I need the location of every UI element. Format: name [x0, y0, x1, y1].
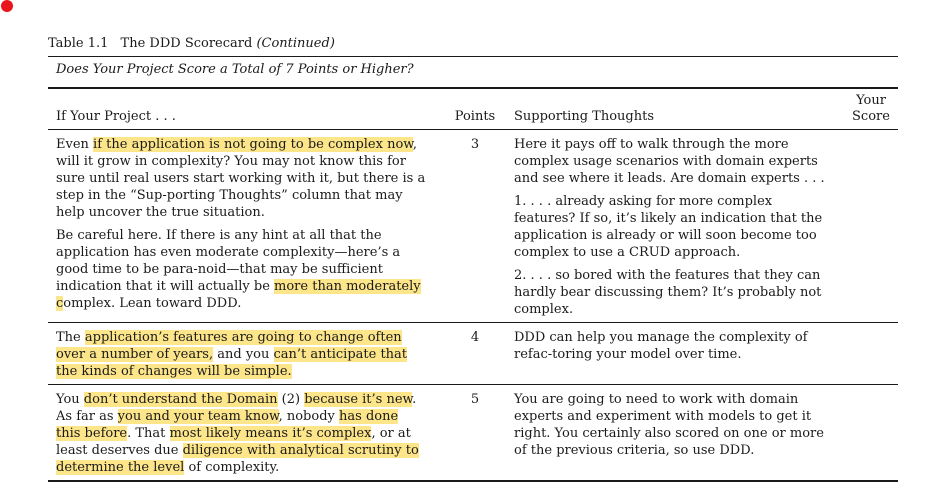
cell-text: The	[56, 330, 85, 345]
highlighted-text: you and your team know	[117, 409, 279, 424]
table-question: Does Your Project Score a Total of 7 Poi…	[56, 62, 414, 77]
row-score-cell	[844, 329, 898, 380]
row-score-cell	[844, 136, 898, 318]
header-thoughts: Supporting Thoughts	[514, 109, 655, 124]
row-points: 3	[470, 137, 480, 152]
highlighted-text: most likely means it’s complex	[169, 426, 372, 441]
header-score: Your Score	[844, 93, 898, 125]
header-score-line1: Your	[856, 93, 886, 108]
cell-text: 1. . . . already asking for more complex…	[514, 194, 823, 260]
table-row: Even if the application is not going to …	[48, 130, 898, 322]
cell-paragraph: 1. . . . already asking for more complex…	[514, 193, 832, 261]
cell-text: You are going to need to work with domai…	[514, 392, 824, 458]
cell-paragraph: Be careful here. If there is any hint at…	[56, 227, 426, 312]
row-thoughts-cell: Here it pays off to walk through the mor…	[504, 136, 844, 318]
row-thoughts-cell: You are going to need to work with domai…	[504, 391, 844, 476]
cell-text: 2. . . . so bored with the features that…	[514, 268, 822, 317]
table-title: The DDD Scorecard	[120, 36, 253, 51]
row-score-cell	[844, 391, 898, 476]
table-header-row: If Your Project . . . Points Supporting …	[48, 89, 898, 129]
cell-paragraph: DDD can help you manage the complexity o…	[514, 329, 832, 363]
table-row: You don’t understand the Domain (2) beca…	[48, 385, 898, 480]
row-points: 4	[470, 330, 480, 345]
cell-paragraph: You don’t understand the Domain (2) beca…	[56, 391, 426, 476]
highlighted-text: if the application is not going to be co…	[93, 137, 413, 152]
table-row: The application’s features are going to …	[48, 323, 898, 384]
row-project-cell: The application’s features are going to …	[48, 329, 446, 380]
record-indicator-dot	[1, 0, 13, 12]
header-project: If Your Project . . .	[56, 109, 176, 124]
cell-paragraph: Even if the application is not going to …	[56, 136, 426, 221]
cell-paragraph: 2. . . . so bored with the features that…	[514, 267, 832, 318]
cell-paragraph: You are going to need to work with domai…	[514, 391, 832, 459]
cell-text: , nobody	[278, 409, 340, 424]
header-points: Points	[454, 109, 496, 124]
cell-text: DDD can help you manage the complexity o…	[514, 330, 808, 362]
header-score-line2: Score	[852, 109, 890, 124]
cell-text: Even	[56, 137, 94, 152]
highlighted-text: because it’s new	[304, 392, 413, 407]
bottom-rule	[48, 480, 898, 482]
cell-text: . That	[127, 426, 170, 441]
cell-text: You	[56, 392, 84, 407]
table-title-suffix: (Continued)	[256, 36, 335, 51]
cell-text: of complexity.	[184, 460, 280, 475]
row-project-cell: Even if the application is not going to …	[48, 136, 446, 318]
highlighted-text: don’t understand the Domain	[83, 392, 278, 407]
scorecard-table-page: Table 1.1 The DDD Scorecard (Continued) …	[48, 36, 898, 482]
cell-text: omplex. Lean toward DDD.	[63, 296, 242, 311]
table-number: Table 1.1	[48, 36, 109, 51]
row-points: 5	[470, 392, 480, 407]
row-project-cell: You don’t understand the Domain (2) beca…	[48, 391, 446, 476]
cell-text: Here it pays off to walk through the mor…	[514, 137, 825, 186]
cell-text: (2)	[277, 392, 305, 407]
cell-paragraph: The application’s features are going to …	[56, 329, 426, 380]
row-thoughts-cell: DDD can help you manage the complexity o…	[504, 329, 844, 380]
table-caption: Table 1.1 The DDD Scorecard (Continued)	[48, 36, 898, 52]
cell-paragraph: Here it pays off to walk through the mor…	[514, 136, 832, 187]
cell-text: and you	[213, 347, 274, 362]
